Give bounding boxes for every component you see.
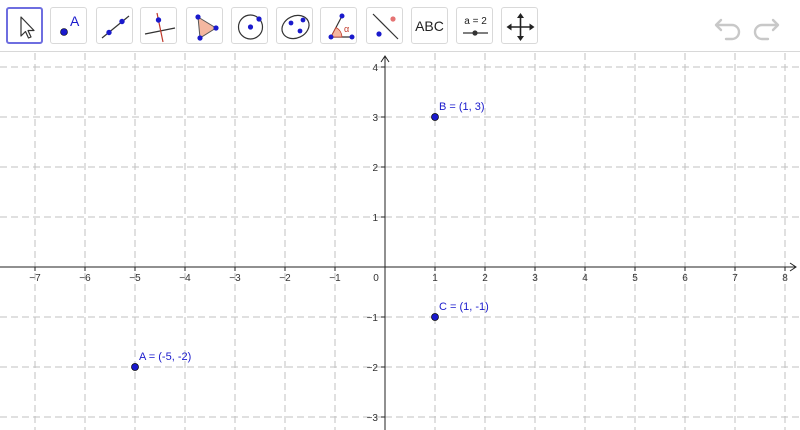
toolbar: A α ABC a = 2 [0, 0, 800, 52]
y-tick-label: 1 [372, 213, 378, 224]
polygon-tool[interactable] [186, 7, 223, 44]
perpendicular-line-tool[interactable] [140, 7, 177, 44]
x-tick-label: 2 [482, 273, 488, 284]
angle-tool-label: α [344, 24, 349, 34]
line-through-points-icon [101, 15, 130, 39]
x-tick-label: 7 [732, 273, 738, 284]
move-graphics-tool[interactable] [501, 7, 538, 44]
x-tick-label: −7 [29, 273, 41, 284]
point-label-c: C = (1, -1) [439, 301, 489, 313]
polygon-icon [195, 14, 219, 41]
x-tick-label: 4 [582, 273, 588, 284]
x-tick-label: −4 [179, 273, 191, 284]
circle-center-point-icon [237, 14, 264, 40]
y-tick-label: 4 [372, 63, 378, 74]
reflect-tool[interactable] [366, 7, 403, 44]
x-tick-label: −5 [129, 273, 141, 284]
y-tick-label: −1 [367, 313, 379, 324]
ellipse-tool[interactable] [276, 7, 313, 44]
arrow-pointer-icon [20, 16, 35, 39]
point-b[interactable] [431, 113, 439, 121]
text-tool[interactable]: ABC [411, 7, 448, 44]
point-a[interactable] [131, 363, 139, 371]
ellipse-icon [281, 14, 310, 40]
angle-tool[interactable]: α [320, 7, 357, 44]
y-tick-label: 2 [372, 163, 378, 174]
perpendicular-line-icon [144, 12, 176, 43]
slider-icon: a = 2 [463, 16, 488, 36]
circle-tool[interactable] [231, 7, 268, 44]
origin-label: 0 [373, 273, 379, 284]
y-tick-label: 3 [372, 113, 378, 124]
angle-icon: α [328, 13, 355, 40]
x-tick-label: 6 [682, 273, 688, 284]
x-tick-label: −1 [329, 273, 341, 284]
x-tick-label: 8 [782, 273, 788, 284]
grid [0, 53, 800, 430]
undo-button[interactable] [712, 10, 744, 42]
move-graphics-icon [506, 13, 535, 41]
point-c[interactable] [431, 313, 439, 321]
point-tool-label: A [70, 13, 80, 29]
x-tick-label: −3 [229, 273, 241, 284]
text-icon: ABC [415, 17, 444, 34]
redo-button[interactable] [750, 10, 782, 42]
x-tick-label: 5 [632, 273, 638, 284]
axes [0, 55, 797, 430]
x-tick-label: −6 [79, 273, 91, 284]
reflect-about-line-icon [372, 13, 399, 40]
point-icon: A [60, 13, 80, 36]
point-label-a: A = (-5, -2) [139, 351, 191, 363]
graphics-view[interactable]: −7 −6 −5 −4 −3 −2 −1 1 2 3 4 5 6 7 8 4 3 2 1 −1 −2 −3 0 A = (-… [0, 53, 800, 430]
slider-tool-label: a = 2 [464, 16, 487, 27]
y-tick-label: −3 [367, 413, 379, 424]
line-tool[interactable] [96, 7, 133, 44]
redo-icon [753, 18, 780, 41]
x-tick-label: −2 [279, 273, 291, 284]
undo-icon [714, 18, 741, 41]
slider-tool[interactable]: a = 2 [456, 7, 493, 44]
x-tick-label: 1 [432, 273, 438, 284]
move-tool[interactable] [6, 7, 43, 44]
x-tick-label: 3 [532, 273, 538, 284]
point-tool[interactable]: A [50, 7, 87, 44]
point-label-b: B = (1, 3) [439, 101, 485, 113]
y-tick-label: −2 [367, 363, 379, 374]
